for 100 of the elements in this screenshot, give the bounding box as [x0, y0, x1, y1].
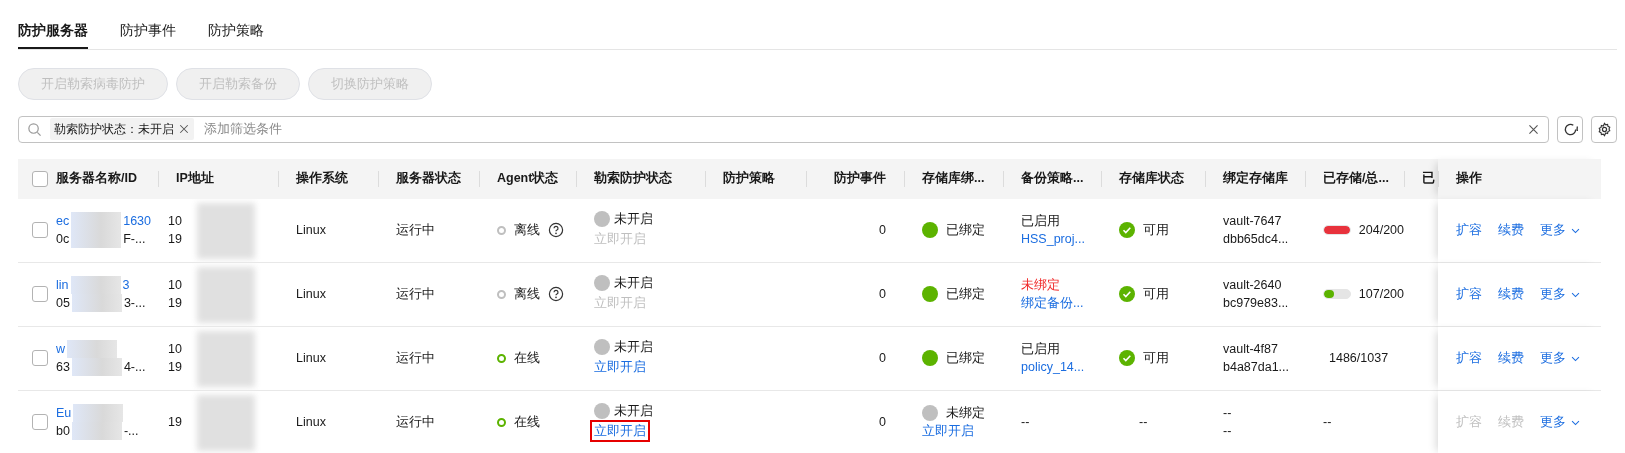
vault-name: --: [1223, 423, 1233, 440]
clear-icon: [1527, 122, 1540, 136]
protection-status: 未开启: [614, 339, 653, 356]
bind-status: 已绑定: [946, 222, 985, 239]
storage-usage: --: [1323, 414, 1333, 431]
backup-policy-link[interactable]: policy_14...: [1021, 358, 1101, 376]
column-header: 备份策略...: [1003, 158, 1101, 199]
blurred-region: [71, 230, 122, 248]
enable-now-link[interactable]: 立即开启: [590, 420, 650, 442]
os-name: Linux: [296, 286, 327, 303]
backup-status: 未绑定: [1021, 277, 1061, 294]
close-icon: [178, 123, 190, 135]
storage-usage: 107/200: [1358, 286, 1404, 303]
check-icon: [1119, 350, 1135, 366]
bind-status: 未绑定: [946, 405, 985, 422]
action-link[interactable]: 扩容: [1456, 285, 1482, 303]
event-count: 0: [879, 286, 886, 303]
refresh-icon: [1562, 121, 1578, 137]
column-header: 存储库绑...: [904, 158, 1003, 199]
action-link[interactable]: 扩容: [1456, 221, 1482, 239]
column-header: 已: [1404, 158, 1438, 199]
filter-tag[interactable]: 勒索防护状态：未开启: [50, 118, 194, 140]
more-dropdown[interactable]: 更多: [1540, 349, 1581, 367]
blurred-region: [67, 340, 118, 358]
backup-policy-link[interactable]: HSS_proj...: [1021, 230, 1101, 248]
blurred-region: [71, 358, 122, 376]
server-name-link[interactable]: lin: [56, 276, 69, 294]
backup-status: 已启用: [1021, 213, 1061, 230]
vault-status: 可用: [1143, 222, 1169, 239]
row-checkbox[interactable]: [32, 350, 48, 366]
action-link[interactable]: 续费: [1498, 221, 1524, 239]
empty-value: --: [1139, 414, 1149, 431]
column-header: 防护事件: [806, 158, 904, 199]
server-name-link[interactable]: Eu: [56, 404, 72, 422]
filter-field[interactable]: 勒索防护状态：未开启 添加筛选条件: [18, 115, 1549, 143]
server-id: 63: [56, 359, 70, 376]
status-dot: [594, 403, 610, 419]
tab[interactable]: 防护事件: [120, 14, 176, 49]
server-status: 运行中: [396, 414, 436, 431]
server-id: 4-...: [123, 359, 146, 376]
agent-status: 离线: [514, 286, 540, 303]
enable-now-link[interactable]: 立即开启: [922, 422, 974, 440]
bind-status: 已绑定: [946, 350, 985, 367]
ip-address: 10: [168, 277, 183, 294]
bind-status: 已绑定: [946, 286, 985, 303]
server-name-link[interactable]: 1630: [123, 212, 151, 230]
column-header: 操作系统: [278, 158, 378, 199]
row-checkbox[interactable]: [32, 222, 48, 238]
server-name-link[interactable]: 3: [122, 276, 130, 294]
row-checkbox[interactable]: [32, 286, 48, 302]
storage-usage: 1486/1037: [1329, 350, 1390, 367]
backup-policy-link[interactable]: 绑定备份...: [1021, 294, 1101, 312]
server-name-link[interactable]: w: [56, 340, 66, 358]
server-id: -...: [123, 423, 139, 440]
tab[interactable]: 防护策略: [208, 14, 264, 49]
select-all-checkbox[interactable]: [32, 170, 48, 187]
blurred-region: [71, 212, 122, 230]
server-id: 0c: [56, 231, 70, 248]
column-header: 已存储/总...: [1305, 158, 1404, 199]
column-header: 存储库状态: [1101, 158, 1205, 199]
server-id: 05: [56, 295, 70, 312]
status-dot: [594, 211, 610, 227]
ip-address: 10: [168, 341, 183, 358]
server-name-link[interactable]: ec: [56, 212, 70, 230]
server-id: F-...: [123, 231, 146, 248]
blurred-region: [197, 266, 255, 323]
event-count: 0: [879, 350, 886, 367]
action-link[interactable]: 续费: [1498, 285, 1524, 303]
blurred-region: [71, 294, 122, 312]
agent-status: 在线: [514, 414, 540, 431]
agent-status: 在线: [514, 350, 540, 367]
blurred-region: [71, 422, 122, 440]
server-status: 运行中: [396, 286, 436, 303]
vault-name: vault-2640: [1223, 277, 1283, 294]
settings-button[interactable]: [1591, 115, 1617, 143]
vault-name: vault-7647: [1223, 213, 1283, 230]
protection-status: 未开启: [614, 403, 653, 420]
ip-address: 10: [168, 213, 183, 230]
vault-name: b4a87da1...: [1223, 359, 1291, 376]
server-id: 3-...: [123, 295, 146, 312]
column-header: 服务器名称/ID: [52, 158, 158, 199]
backup-status: 已启用: [1021, 341, 1061, 358]
ip-address: 19: [168, 359, 183, 376]
check-icon: [1119, 286, 1135, 302]
row-checkbox[interactable]: [32, 414, 48, 430]
server-id: b0: [56, 423, 70, 440]
blurred-region: [197, 330, 255, 387]
more-dropdown[interactable]: 更多: [1540, 413, 1581, 431]
more-dropdown[interactable]: 更多: [1540, 221, 1581, 239]
refresh-button[interactable]: [1557, 115, 1583, 143]
blurred-region: [70, 276, 121, 294]
tab[interactable]: 防护服务器: [18, 14, 88, 49]
more-dropdown[interactable]: 更多: [1540, 285, 1581, 303]
action-link[interactable]: 续费: [1498, 349, 1524, 367]
column-header: 勒索防护状态: [576, 158, 705, 199]
vault-name: vault-4f87: [1223, 341, 1279, 358]
search-icon: [27, 121, 42, 137]
enable-now-link[interactable]: 立即开启: [590, 356, 650, 378]
action-link[interactable]: 扩容: [1456, 349, 1482, 367]
column-header: 服务器状态: [378, 158, 479, 199]
